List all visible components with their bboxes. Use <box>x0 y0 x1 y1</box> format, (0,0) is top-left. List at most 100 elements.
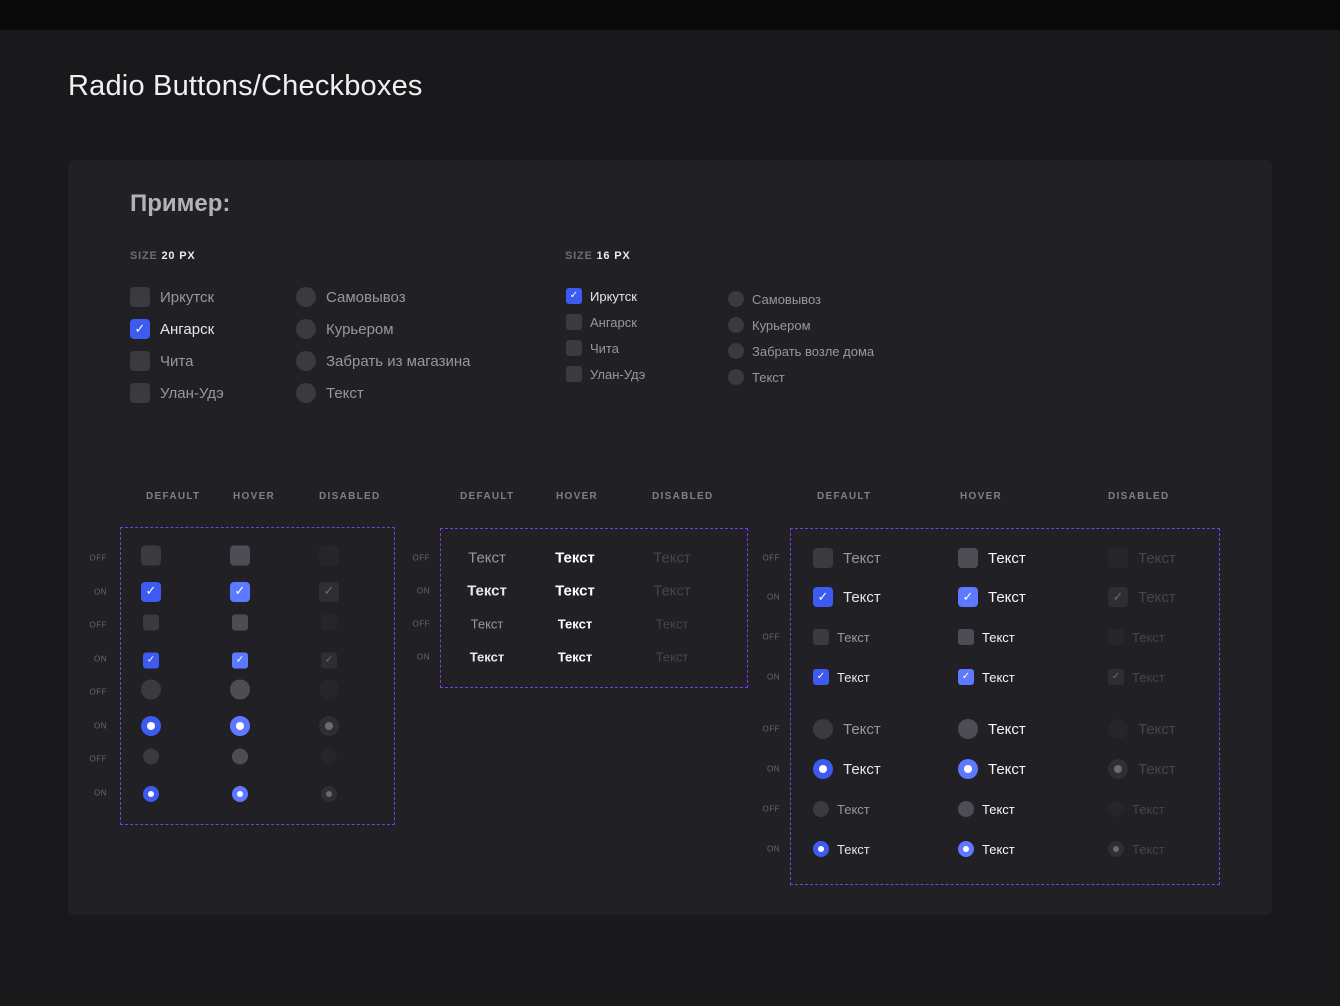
checkbox-option[interactable]: Ангарск <box>566 314 645 330</box>
radio-button[interactable] <box>728 291 744 307</box>
radio-button[interactable] <box>813 801 829 817</box>
checkbox-option[interactable]: Чита <box>566 340 645 356</box>
checkbox[interactable] <box>130 351 150 371</box>
checkbox[interactable] <box>566 366 582 382</box>
option-label: Текст <box>988 550 1026 567</box>
checkbox[interactable]: ✓ <box>958 587 978 607</box>
radio-button[interactable] <box>141 716 161 736</box>
radio-button <box>1108 801 1124 817</box>
radio-option[interactable]: Текст <box>296 383 470 403</box>
checkbox[interactable]: ✓ <box>130 319 150 339</box>
checkbox[interactable] <box>958 629 974 645</box>
checkbox-option[interactable]: Улан-Удэ <box>130 383 224 403</box>
checkmark-icon: ✓ <box>1112 672 1120 682</box>
checkbox[interactable]: ✓ <box>141 582 161 602</box>
radio-option[interactable]: Текст <box>728 369 874 385</box>
checkbox[interactable]: ✓ <box>813 587 833 607</box>
option-label: Текст <box>988 589 1026 606</box>
radio-option[interactable]: Самовывоз <box>728 291 874 307</box>
checkbox-option[interactable]: ✓Текст <box>958 669 1015 685</box>
checkbox-option[interactable]: Улан-Удэ <box>566 366 645 382</box>
radio-option[interactable]: Текст <box>813 759 881 779</box>
radio-option[interactable]: Текст <box>813 801 870 817</box>
checkbox[interactable] <box>143 615 159 631</box>
radio-button[interactable] <box>958 801 974 817</box>
radio-option[interactable]: Текст <box>813 841 870 857</box>
checkbox[interactable]: ✓ <box>143 652 159 668</box>
radio-button[interactable] <box>813 759 833 779</box>
radio-option[interactable]: Текст <box>958 841 1015 857</box>
top-bar <box>0 0 1340 30</box>
checkbox[interactable] <box>813 629 829 645</box>
checkbox: ✓ <box>321 652 337 668</box>
checkbox-option[interactable]: ✓ Текст <box>813 669 870 685</box>
checkbox-option[interactable]: Чита <box>130 351 224 371</box>
checkbox-option[interactable]: ✓Ангарск <box>130 319 224 339</box>
checkbox-option[interactable]: ✓Текст <box>813 587 881 607</box>
checkbox-option[interactable]: ✓Иркутск <box>566 288 645 304</box>
checkbox[interactable]: ✓ <box>566 288 582 304</box>
option-label: Текст <box>837 670 870 685</box>
option-label: Текст <box>988 721 1026 738</box>
radio-button[interactable] <box>813 841 829 857</box>
radio-button[interactable] <box>958 759 978 779</box>
radio-button[interactable] <box>958 841 974 857</box>
radio-button[interactable] <box>143 749 159 765</box>
radio-button[interactable] <box>728 317 744 333</box>
radio-option[interactable]: Текст <box>958 759 1026 779</box>
checkbox[interactable]: ✓ <box>958 669 974 685</box>
state-cell <box>232 784 248 802</box>
checkbox[interactable]: ✓ <box>232 652 248 668</box>
checkbox[interactable]: ✓ <box>230 582 250 602</box>
checkmark-icon: ✓ <box>570 291 578 301</box>
state-cell: ✓ <box>321 649 337 668</box>
radio-option[interactable]: Забрать из магазина <box>296 351 470 371</box>
radio-button <box>321 749 337 765</box>
checkbox-option[interactable]: Иркутск <box>130 287 224 307</box>
checkbox-option[interactable]: Текст <box>813 548 881 568</box>
radio-button[interactable] <box>728 343 744 359</box>
radio-button[interactable] <box>296 319 316 339</box>
checkbox-option[interactable]: Текст <box>958 548 1026 568</box>
radio-button[interactable] <box>143 786 159 802</box>
checkbox[interactable] <box>130 287 150 307</box>
radio-option[interactable]: Забрать возле дома <box>728 343 874 359</box>
radio-button[interactable] <box>296 383 316 403</box>
state-cell <box>143 784 159 802</box>
radio-option[interactable]: Текст <box>813 719 881 739</box>
checkbox-option[interactable]: ✓ Текст <box>958 587 1026 607</box>
checkbox[interactable] <box>130 383 150 403</box>
radio-option[interactable]: Текст <box>958 719 1026 739</box>
checkbox[interactable]: ✓ <box>813 669 829 685</box>
state-cell: ✓ <box>232 649 248 668</box>
checkbox-option[interactable]: Текст <box>813 629 870 645</box>
checkbox[interactable] <box>566 340 582 356</box>
radio-option: Текст <box>1108 719 1176 739</box>
checkbox[interactable] <box>566 314 582 330</box>
radio-option[interactable]: Курьером <box>728 317 874 333</box>
radio-button[interactable] <box>813 719 833 739</box>
checkbox[interactable] <box>230 546 250 566</box>
radio-option[interactable]: Самовывоз <box>296 287 470 307</box>
radio-button[interactable] <box>232 786 248 802</box>
checkbox[interactable] <box>958 548 978 568</box>
checkmark-icon: ✓ <box>963 591 974 604</box>
radio-button[interactable] <box>230 680 250 700</box>
checkbox-option[interactable]: Текст <box>958 629 1015 645</box>
radio-button[interactable] <box>141 680 161 700</box>
state-text-label: Текст <box>558 617 592 632</box>
radio-button[interactable] <box>296 287 316 307</box>
radio-option[interactable]: Курьером <box>296 319 470 339</box>
checkbox[interactable] <box>141 546 161 566</box>
radio-option[interactable]: Текст <box>958 801 1015 817</box>
state-column-header: HOVER <box>960 491 1002 502</box>
checkbox[interactable] <box>813 548 833 568</box>
state-row-label: OFF <box>740 725 780 734</box>
states-grid-plain <box>120 527 395 825</box>
checkbox[interactable] <box>232 615 248 631</box>
radio-button[interactable] <box>296 351 316 371</box>
radio-button[interactable] <box>728 369 744 385</box>
radio-button[interactable] <box>230 716 250 736</box>
radio-button[interactable] <box>232 749 248 765</box>
radio-button[interactable] <box>958 719 978 739</box>
